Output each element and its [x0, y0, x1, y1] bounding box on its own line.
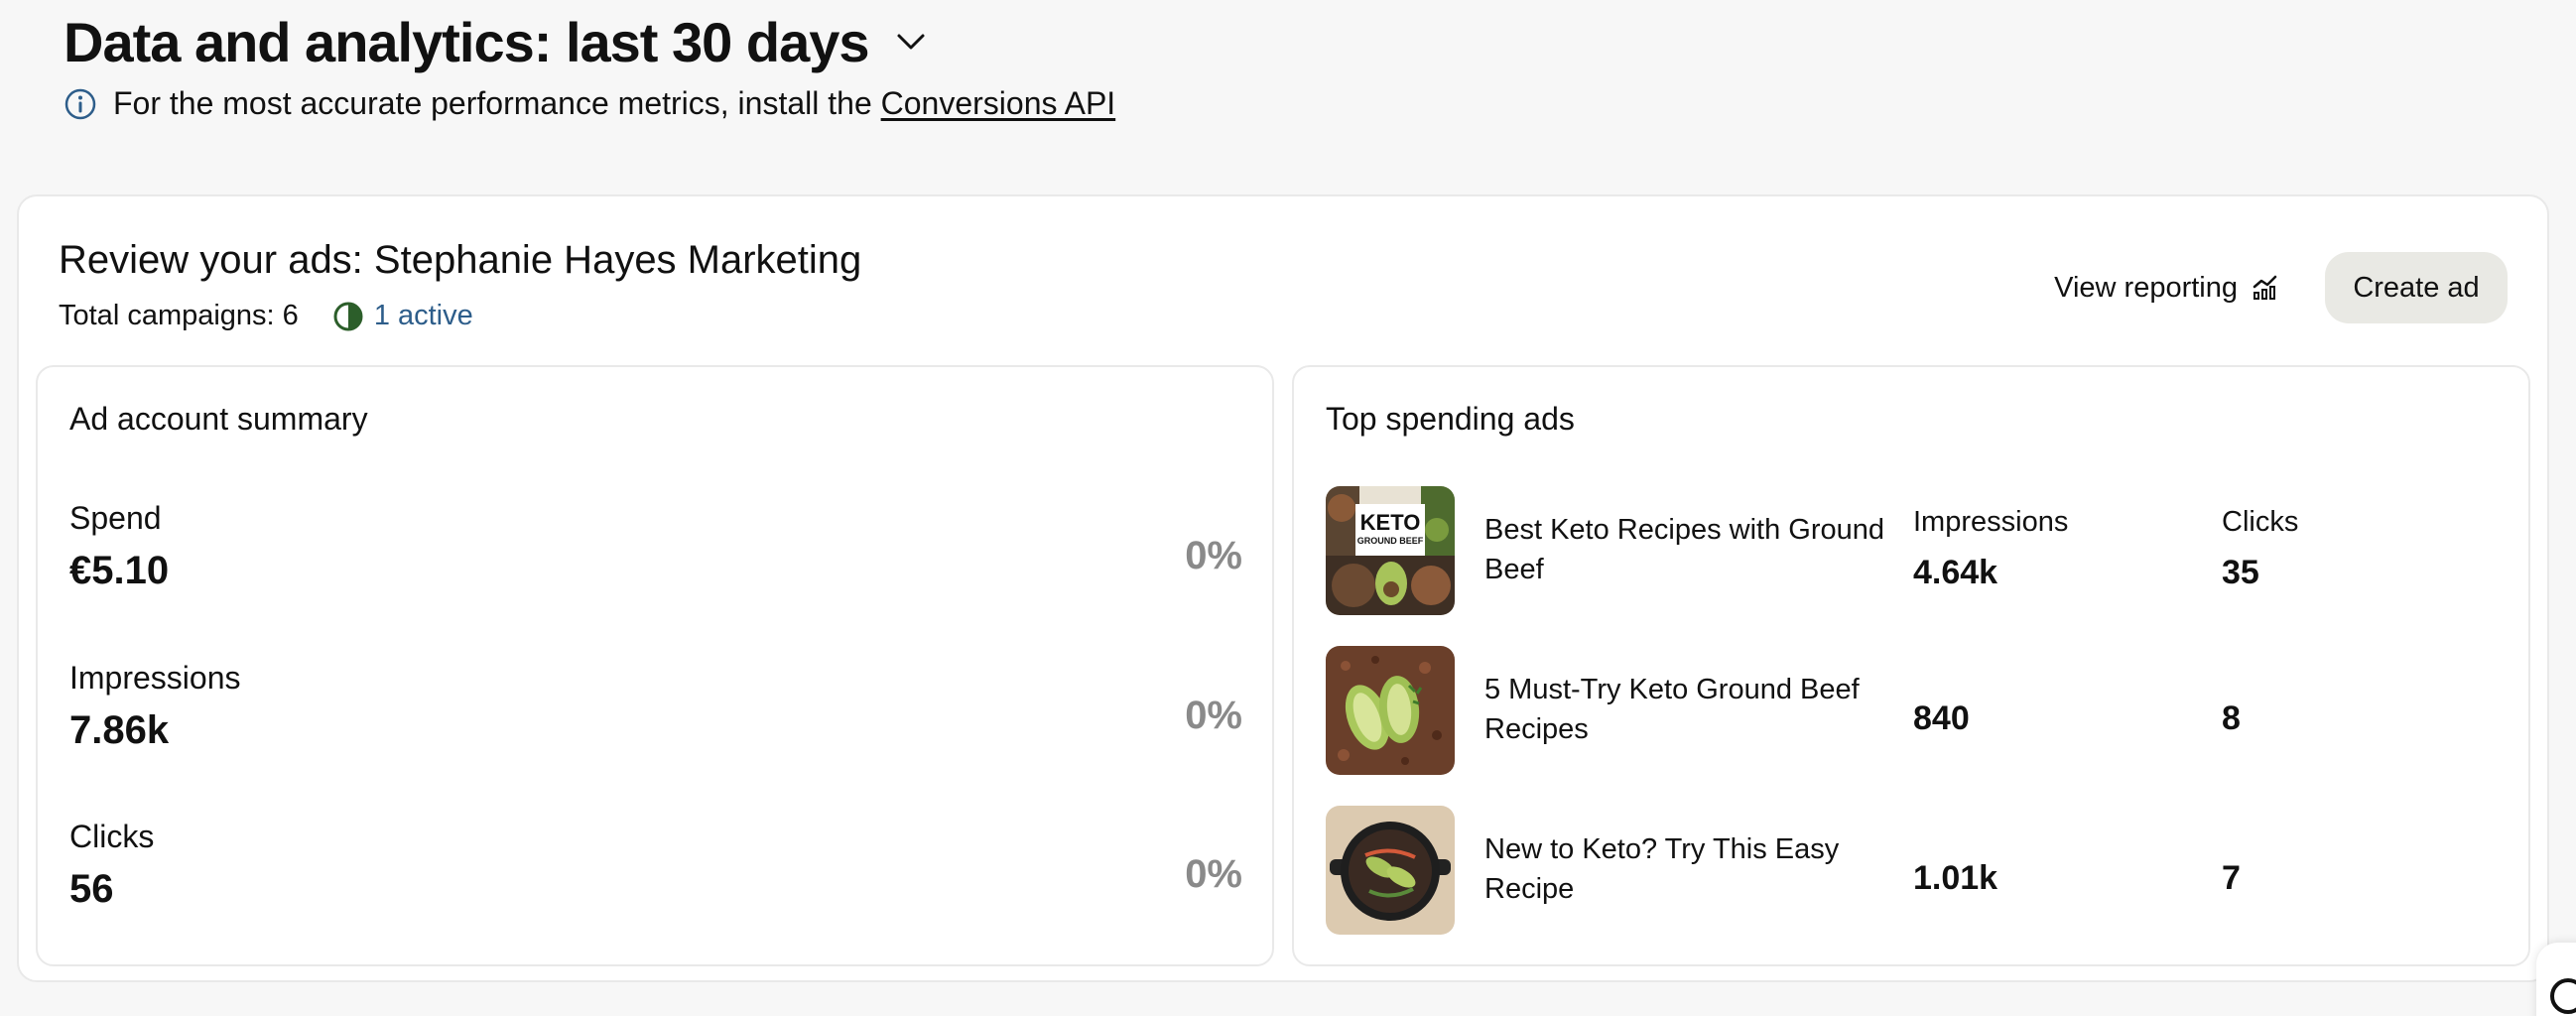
- analytics-icon: [2252, 274, 2279, 302]
- thumb-keto-text: KETO: [1360, 510, 1421, 535]
- active-status[interactable]: 1 active: [332, 300, 473, 332]
- total-campaigns: Total campaigns: 6: [59, 300, 299, 331]
- clicks-value: 8: [2222, 699, 2241, 737]
- ad-impressions: 840: [1913, 690, 1970, 738]
- metric-change: 0%: [1185, 852, 1242, 896]
- ad-row[interactable]: New to Keto? Try This Easy Recipe 1.01k …: [1326, 806, 2499, 935]
- top-spending-ads: Top spending ads KETO GROUND BEEF Best K…: [1292, 365, 2530, 966]
- impressions-value: 840: [1913, 699, 1970, 737]
- ad-row[interactable]: KETO GROUND BEEF Best Keto Recipes with …: [1326, 486, 2499, 615]
- page-header: Data and analytics: last 30 days For the…: [64, 6, 1115, 122]
- ad-name[interactable]: 5 Must-Try Keto Ground Beef Recipes: [1484, 670, 1901, 749]
- page-title: Data and analytics: last 30 days: [64, 10, 869, 73]
- ad-impressions: Impressions 4.64k: [1913, 506, 2068, 592]
- info-icon: [64, 87, 97, 121]
- metric-label: Spend: [69, 500, 162, 536]
- metric-impressions: Impressions 7.86k 0%: [69, 660, 1242, 779]
- ad-thumbnail[interactable]: [1326, 646, 1455, 775]
- ad-name[interactable]: New to Keto? Try This Easy Recipe: [1484, 829, 1901, 909]
- ad-thumbnail[interactable]: KETO GROUND BEEF: [1326, 486, 1455, 615]
- metric-change: 0%: [1185, 694, 1242, 737]
- ad-clicks: 8: [2222, 690, 2241, 738]
- help-widget[interactable]: [2536, 943, 2576, 1016]
- ad-name[interactable]: Best Keto Recipes with Ground Beef: [1484, 510, 1901, 589]
- review-ads-card: Review your ads: Stephanie Hayes Marketi…: [17, 194, 2549, 982]
- ad-account-summary: Ad account summary Spend €5.10 0% Impres…: [36, 365, 1274, 966]
- clicks-value: 7: [2222, 859, 2241, 897]
- conversions-api-link[interactable]: Conversions API: [881, 85, 1116, 121]
- summary-title: Ad account summary: [69, 401, 368, 437]
- card-actions: View reporting Create ad: [2054, 252, 2508, 323]
- ad-thumbnail[interactable]: [1326, 806, 1455, 935]
- create-ad-button[interactable]: Create ad: [2325, 252, 2508, 323]
- info-text-body: For the most accurate performance metric…: [113, 85, 881, 121]
- half-circle-status-icon: [332, 301, 364, 332]
- review-title: Review your ads: Stephanie Hayes Marketi…: [59, 238, 862, 282]
- thumb-ground-beef-text: GROUND BEEF: [1357, 536, 1424, 546]
- impressions-value: 1.01k: [1913, 859, 1998, 897]
- help-icon: [2550, 978, 2576, 1014]
- metric-label: Impressions: [69, 660, 241, 696]
- metric-clicks: Clicks 56 0%: [69, 819, 1242, 938]
- ad-impressions: 1.01k: [1913, 849, 1997, 898]
- clicks-value: 35: [2222, 554, 2259, 591]
- analytics-page: Data and analytics: last 30 days For the…: [0, 0, 2576, 1016]
- campaign-status: Total campaigns: 6 1 active: [59, 300, 473, 332]
- info-text: For the most accurate performance metric…: [113, 85, 1115, 122]
- impressions-header: Impressions: [1913, 506, 2069, 538]
- view-reporting-button[interactable]: View reporting: [2054, 272, 2279, 305]
- ad-clicks: Clicks 35: [2222, 506, 2298, 592]
- metric-value: 56: [69, 867, 114, 911]
- ad-clicks: 7: [2222, 849, 2241, 898]
- impressions-value: 4.64k: [1913, 554, 1998, 591]
- metric-change: 0%: [1185, 534, 1242, 577]
- ad-row[interactable]: 5 Must-Try Keto Ground Beef Recipes 840 …: [1326, 646, 2499, 775]
- info-banner: For the most accurate performance metric…: [64, 85, 1115, 122]
- chevron-down-icon[interactable]: [891, 22, 931, 62]
- top-ads-title: Top spending ads: [1326, 401, 1575, 437]
- view-reporting-label: View reporting: [2054, 271, 2238, 304]
- metric-value: €5.10: [69, 549, 170, 592]
- metric-label: Clicks: [69, 819, 155, 854]
- metric-spend: Spend €5.10 0%: [69, 500, 1242, 619]
- active-count: 1 active: [373, 300, 473, 331]
- metric-value: 7.86k: [69, 708, 170, 752]
- title-row: Data and analytics: last 30 days: [64, 6, 1115, 77]
- clicks-header: Clicks: [2222, 506, 2299, 538]
